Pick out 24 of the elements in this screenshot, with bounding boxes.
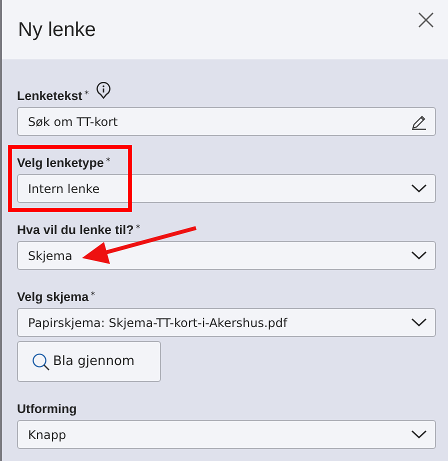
- chevron-down-icon: [411, 318, 427, 327]
- chevron-down-icon: [411, 251, 427, 260]
- search-icon: [32, 352, 50, 370]
- field-label: Lenketekst: [17, 89, 82, 103]
- close-icon[interactable]: [418, 12, 434, 28]
- dropdown-field[interactable]: Knapp: [17, 420, 436, 449]
- field-label: Velg skjema: [17, 290, 89, 304]
- dropdown-field[interactable]: Skjema: [17, 241, 436, 270]
- required-mark: *: [106, 157, 110, 167]
- field-label: Hva vil du lenke til?: [17, 223, 134, 237]
- field-label: Utforming: [17, 402, 77, 416]
- pencil-icon: [411, 114, 427, 130]
- browse-button[interactable]: Bla gjennom: [17, 341, 161, 382]
- chevron-down-icon: [411, 430, 427, 439]
- dropdown-field[interactable]: Papirskjema: Skjema-TT-kort-i-Akershus.pdf: [17, 308, 436, 337]
- dropdown-field[interactable]: Intern lenke: [17, 174, 436, 203]
- field-label: Velg lenketype: [17, 156, 104, 170]
- dialog-title: Ny lenke: [18, 19, 96, 42]
- required-mark: *: [84, 90, 89, 100]
- input-field[interactable]: Søk om TT-kort: [17, 107, 436, 136]
- required-mark: *: [136, 224, 140, 234]
- chevron-down-icon: [411, 184, 427, 193]
- required-mark: *: [90, 291, 96, 301]
- info-icon[interactable]: [96, 82, 111, 99]
